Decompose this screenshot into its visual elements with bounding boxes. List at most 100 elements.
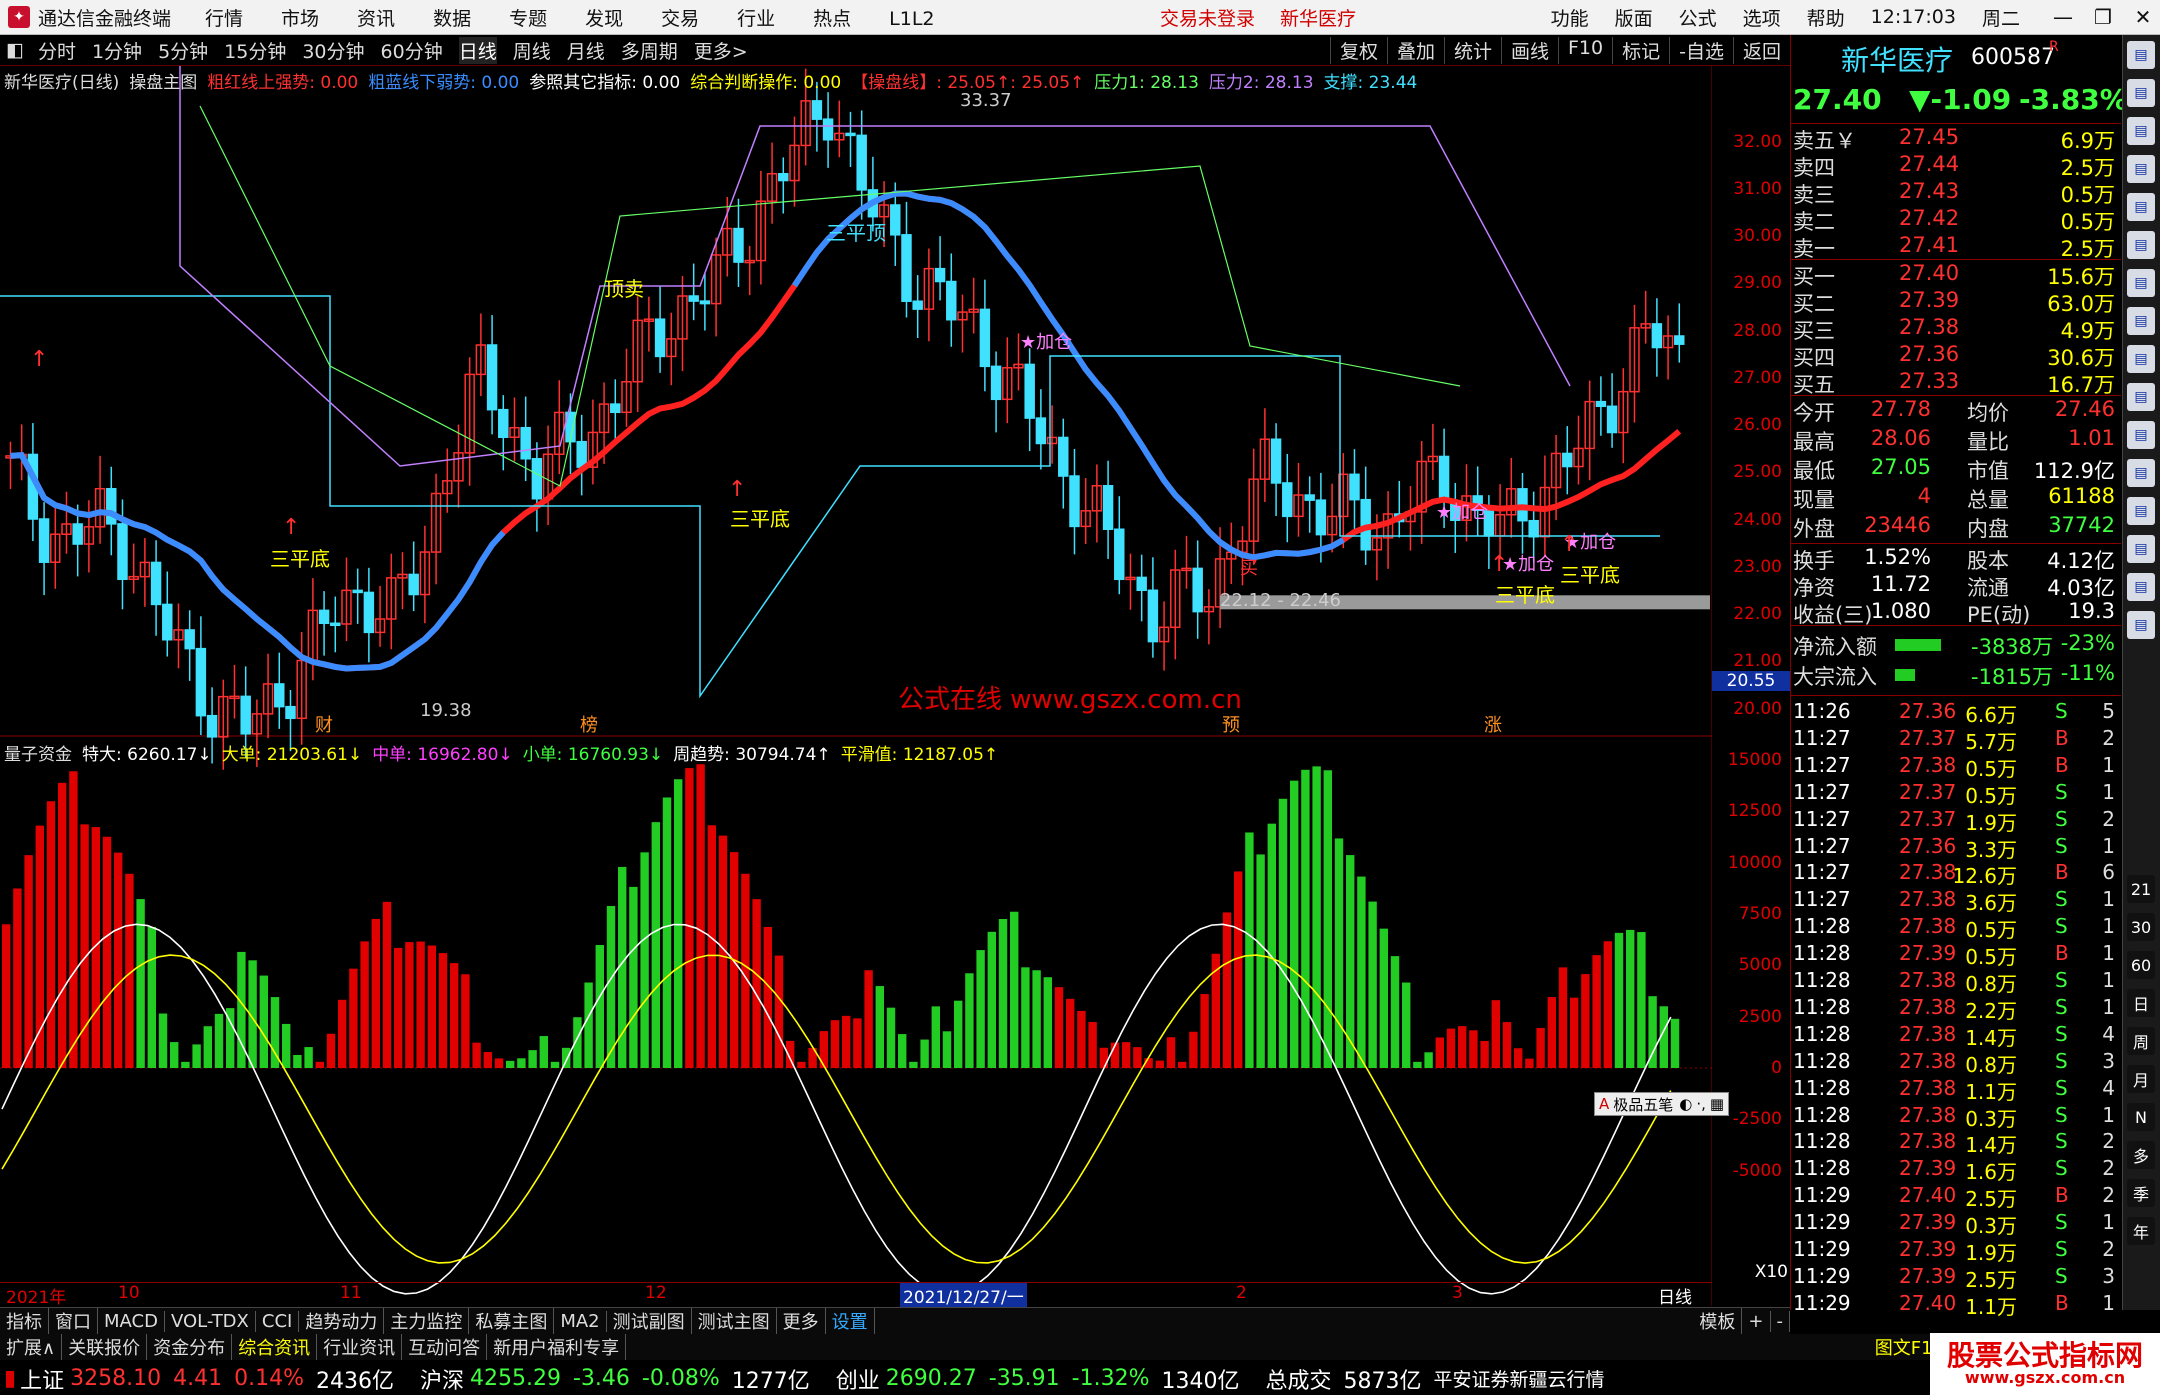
tick-row[interactable]: 11:28 27.39 0.5万 B 1	[1791, 941, 2121, 969]
side-period-icon-8[interactable]: 季	[2127, 1179, 2155, 1207]
tick-row[interactable]: 11:29 27.40 2.5万 B 2	[1791, 1183, 2121, 1211]
template-button-2[interactable]: -	[1771, 1310, 1790, 1332]
side-period-icon-3[interactable]: 日	[2127, 989, 2155, 1017]
tick-row[interactable]: 11:27 27.38 12.6万 B 6	[1791, 860, 2121, 888]
ext-tab-1[interactable]: 关联报价	[62, 1334, 148, 1360]
tick-row[interactable]: 11:27 27.37 0.5万 S 1	[1791, 780, 2121, 808]
side-tool-icon[interactable]: ▤	[2127, 345, 2155, 373]
side-tool-icon[interactable]: ▤	[2127, 79, 2155, 107]
tool-button-5[interactable]: 标记	[1612, 36, 1669, 64]
buy_book-row[interactable]: 买五 27.33 16.7万	[1791, 369, 2121, 397]
side-tool-icon[interactable]: ▤	[2127, 611, 2155, 639]
indicator-tab-8[interactable]: MA2	[554, 1310, 607, 1332]
side-period-icon-7[interactable]: 多	[2127, 1141, 2155, 1169]
indicator-tab-1[interactable]: 窗口	[49, 1308, 98, 1334]
indicator-tab-7[interactable]: 私募主图	[469, 1308, 555, 1334]
login-status[interactable]: 交易未登录	[1160, 4, 1255, 31]
right-menu-item-4[interactable]: 帮助	[1807, 4, 1845, 31]
menu-item-4[interactable]: 专题	[509, 8, 547, 30]
sell_book-row[interactable]: 卖四 27.44 2.5万	[1791, 152, 2121, 180]
side-tool-icon[interactable]: ▤	[2127, 421, 2155, 449]
period-tab-2[interactable]: 5分钟	[158, 37, 208, 64]
menu-item-0[interactable]: 行情	[205, 8, 243, 30]
side-tool-icon[interactable]: ▤	[2127, 155, 2155, 183]
buy_book-row[interactable]: 买二 27.39 63.0万	[1791, 288, 2121, 316]
tool-button-4[interactable]: F10	[1558, 36, 1612, 64]
tick-row[interactable]: 11:28 27.38 0.3万 S 1	[1791, 1103, 2121, 1131]
minimize-icon[interactable]: —	[2046, 5, 2080, 29]
buy_book-row[interactable]: 买四 27.36 30.6万	[1791, 342, 2121, 370]
side-period-icon-2[interactable]: 60	[2127, 951, 2155, 979]
indicator-tab-6[interactable]: 主力监控	[384, 1308, 470, 1334]
menu-item-9[interactable]: L1L2	[889, 8, 934, 30]
indicator-tab-2[interactable]: MACD	[98, 1310, 165, 1332]
side-tool-icon[interactable]: ▤	[2127, 497, 2155, 525]
tick-row[interactable]: 11:29 27.40 1.1万 B 1	[1791, 1291, 2121, 1319]
tick-row[interactable]: 11:29 27.39 0.3万 S 1	[1791, 1210, 2121, 1238]
ext-tab-4[interactable]: 行业资讯	[317, 1334, 403, 1360]
side-tool-icon[interactable]: ▤	[2127, 573, 2155, 601]
main-legend-item-1[interactable]: 操盘主图	[129, 68, 197, 93]
tick-row[interactable]: 11:28 27.38 1.1万 S 4	[1791, 1076, 2121, 1104]
indicator-tab-10[interactable]: 测试主图	[692, 1308, 777, 1334]
sell_book-row[interactable]: 卖三 27.43 0.5万	[1791, 179, 2121, 207]
ext-tab-0[interactable]: 扩展∧	[0, 1334, 63, 1360]
tick-row[interactable]: 11:28 27.38 2.2万 S 1	[1791, 995, 2121, 1023]
side-tool-icon[interactable]: ▤	[2127, 535, 2155, 563]
side-tool-icon[interactable]: ▤	[2127, 41, 2155, 69]
period-tab-1[interactable]: 1分钟	[92, 37, 142, 64]
tick-row[interactable]: 11:27 27.38 0.5万 B 1	[1791, 753, 2121, 781]
ext-tab-6[interactable]: 新用户福利专享	[487, 1334, 627, 1360]
indicator-tab-3[interactable]: VOL-TDX	[165, 1310, 256, 1332]
side-tool-icon[interactable]: ▤	[2127, 117, 2155, 145]
menu-item-2[interactable]: 资讯	[357, 8, 395, 30]
side-period-icon-6[interactable]: N	[2127, 1103, 2155, 1131]
menu-item-1[interactable]: 市场	[281, 8, 319, 30]
tool-button-2[interactable]: 统计	[1443, 36, 1501, 64]
ext-tab-3[interactable]: 综合资讯	[232, 1334, 318, 1360]
tick-row[interactable]: 11:29 27.39 1.9万 S 2	[1791, 1237, 2121, 1265]
period-tab-8[interactable]: 月线	[567, 37, 605, 64]
tick-row[interactable]: 11:27 27.38 3.6万 S 1	[1791, 887, 2121, 915]
index-name-2[interactable]: 创业	[836, 1363, 880, 1395]
tool-button-1[interactable]: 叠加	[1386, 36, 1444, 64]
tick-row[interactable]: 11:28 27.38 0.8万 S 1	[1791, 968, 2121, 996]
side-tool-icon[interactable]: ▤	[2127, 307, 2155, 335]
right-menu-item-2[interactable]: 公式	[1679, 4, 1717, 31]
right-menu-item-3[interactable]: 选项	[1743, 4, 1781, 31]
buy_book-row[interactable]: 买三 27.38 4.9万	[1791, 315, 2121, 343]
template-button-0[interactable]: 模板	[1693, 1308, 1743, 1334]
close-icon[interactable]: ✕	[2126, 5, 2160, 29]
tick-row[interactable]: 11:27 27.36 3.3万 S 1	[1791, 834, 2121, 862]
tick-row[interactable]: 11:28 27.38 1.4万 S 2	[1791, 1129, 2121, 1157]
tick-row[interactable]: 11:29 27.39 2.5万 S 3	[1791, 1264, 2121, 1292]
side-period-icon-4[interactable]: 周	[2127, 1027, 2155, 1055]
side-period-icon-0[interactable]: 21	[2127, 875, 2155, 903]
side-tool-icon[interactable]: ▤	[2127, 231, 2155, 259]
tick-row[interactable]: 11:28 27.38 0.5万 S 1	[1791, 914, 2121, 942]
indicator-tab-9[interactable]: 测试副图	[607, 1308, 692, 1334]
side-tool-icon[interactable]: ▤	[2127, 269, 2155, 297]
side-tool-icon[interactable]: ▤	[2127, 193, 2155, 221]
right-menu-item-0[interactable]: 功能	[1551, 4, 1589, 31]
tool-button-6[interactable]: -自选	[1669, 36, 1733, 64]
period-tab-5[interactable]: 60分钟	[381, 37, 443, 64]
tool-button-0[interactable]: 复权	[1329, 36, 1387, 64]
buy_book-row[interactable]: 买一 27.40 15.6万	[1791, 261, 2121, 289]
menu-item-6[interactable]: 交易	[661, 8, 699, 30]
sell_book-row[interactable]: 卖五￥ 27.45 6.9万	[1791, 125, 2121, 153]
restore-icon[interactable]: ❐	[2086, 5, 2120, 29]
tick-row[interactable]: 11:26 27.36 6.6万 S 5	[1791, 699, 2121, 727]
tick-row[interactable]: 11:28 27.38 1.4万 S 4	[1791, 1022, 2121, 1050]
collapse-icon[interactable]: ◧	[6, 39, 24, 61]
period-tab-3[interactable]: 15分钟	[224, 37, 286, 64]
side-period-icon-9[interactable]: 年	[2127, 1217, 2155, 1245]
side-period-icon-5[interactable]: 月	[2127, 1065, 2155, 1093]
main-legend-item-0[interactable]: 新华医疗(日线)	[4, 68, 119, 93]
indicator-tab-11[interactable]: 更多	[777, 1308, 826, 1334]
index-name-1[interactable]: 沪深	[420, 1363, 464, 1395]
indicator-tab-5[interactable]: 趋势动力	[299, 1308, 385, 1334]
sell_book-row[interactable]: 卖二 27.42 0.5万	[1791, 206, 2121, 234]
tick-row[interactable]: 11:27 27.37 1.9万 S 2	[1791, 807, 2121, 835]
right-menu-item-1[interactable]: 版面	[1615, 4, 1653, 31]
